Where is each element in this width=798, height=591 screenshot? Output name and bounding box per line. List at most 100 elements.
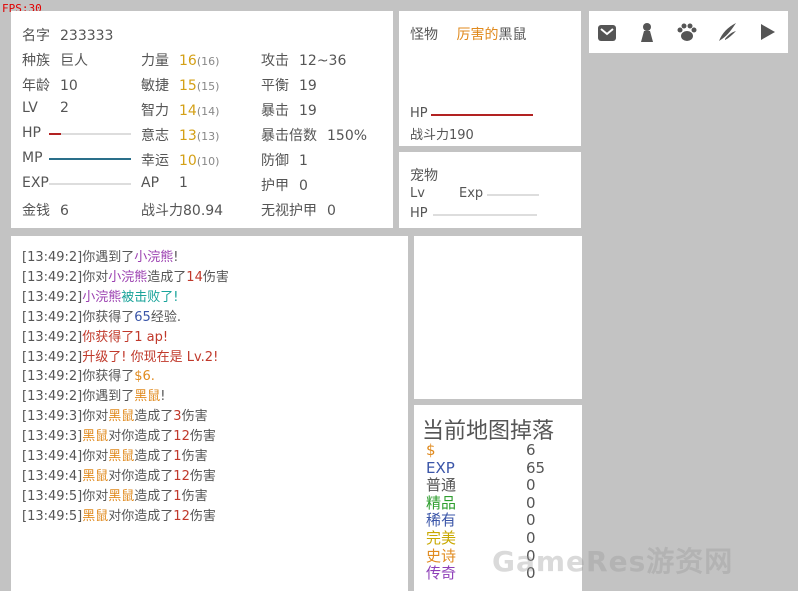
log-segment: 黑鼠	[82, 468, 109, 484]
stat-crit-value: 19	[299, 103, 317, 119]
stat-str-label: 力量	[141, 53, 169, 69]
stat-lv-label: LV	[22, 100, 38, 116]
stat-lv: LV 2	[22, 100, 69, 116]
log-segment: 1	[173, 449, 182, 465]
stat-race: 种族 巨人	[22, 50, 88, 70]
exp-bar	[49, 183, 131, 185]
skill-icon[interactable]	[714, 19, 740, 45]
empty-panel	[414, 236, 582, 399]
battle-log-panel: [13:49:2]你遇到了小浣熊! [13:49:2]你对小浣熊造成了14伤害 [1…	[11, 236, 408, 591]
drop-label: 传奇	[426, 564, 457, 583]
stat-mp-label: MP	[22, 150, 43, 166]
log-segment: 伤害	[181, 488, 208, 504]
log-segment: 伤害	[189, 468, 216, 484]
log-segment: 12	[173, 468, 190, 484]
log-line: [13:49:2]升级了! 你现在是 Lv.2!	[22, 348, 229, 368]
log-segment: 12	[173, 508, 190, 524]
drop-label: EXP	[426, 458, 455, 477]
log-segment: [13:49:2]	[22, 349, 83, 365]
log-segment: 经验.	[150, 309, 181, 325]
pet-label: 宠物	[410, 168, 438, 184]
log-segment: [13:49:5]你对	[22, 488, 109, 504]
stat-power-label: 战斗力	[141, 203, 183, 219]
log-line: [13:49:2]你获得了$6.	[22, 367, 229, 387]
play-icon[interactable]	[754, 19, 780, 45]
stat-age: 年龄 10	[22, 75, 78, 95]
stat-name-label: 名字	[22, 28, 50, 44]
stat-power: 战斗力80.94	[141, 200, 223, 220]
log-segment: [13:49:4]你对	[22, 449, 109, 465]
pet-hp-label: HP	[410, 206, 428, 221]
stat-gold: 金钱 6	[22, 200, 69, 220]
stat-critmul-label: 暴击倍数	[261, 128, 317, 144]
log-segment: 3	[173, 409, 182, 425]
log-line: [13:49:2]你遇到了小浣熊!	[22, 248, 229, 268]
stat-int-value: 14	[179, 103, 197, 119]
log-segment: 对你造成了	[108, 468, 174, 484]
log-segment: !	[160, 389, 166, 405]
log-segment: 升级了! 你现在是 Lv.2!	[82, 349, 219, 365]
stat-power-value: 80.94	[183, 203, 224, 219]
stat-armor: 护甲 0	[261, 175, 308, 195]
stat-def-value: 1	[299, 153, 308, 169]
stat-pierce-value: 0	[327, 203, 336, 219]
monster-power-value: 190	[449, 128, 474, 143]
stat-armor-value: 0	[299, 178, 308, 194]
log-segment: [13:49:4]	[22, 468, 83, 484]
log-segment: 黑鼠	[134, 389, 161, 405]
log-segment: 你获得了	[82, 329, 135, 345]
stat-luck-base: (10)	[196, 155, 220, 168]
log-segment: 14	[186, 269, 203, 285]
stat-ap: AP 1	[141, 175, 188, 191]
log-segment: 伤害	[202, 269, 229, 285]
stat-hp-label: HP	[22, 125, 41, 141]
bag-icon[interactable]	[594, 19, 620, 45]
log-segment: [13:49:5]	[22, 508, 83, 524]
log-line: [13:49:2]你获得了1 ap!	[22, 328, 229, 348]
log-segment: [13:49:2]你获得了	[22, 309, 135, 325]
log-segment: 对你造成了	[108, 429, 174, 445]
log-segment: 黑鼠	[82, 429, 109, 445]
stat-race-label: 种族	[22, 53, 50, 69]
stat-atk-value: 12~36	[299, 53, 347, 69]
stat-luck-label: 幸运	[141, 153, 169, 169]
stat-crit: 暴击 19	[261, 100, 317, 120]
log-segment: [13:49:3]你对	[22, 409, 109, 425]
log-line: [13:49:2]小浣熊被击败了!	[22, 288, 229, 308]
log-segment: 小浣熊	[108, 269, 148, 285]
log-segment: 黑鼠	[108, 409, 135, 425]
pet-lv-label: Lv	[410, 186, 425, 201]
stat-pierce: 无视护甲 0	[261, 200, 336, 220]
character-icon[interactable]	[634, 19, 660, 45]
paw-icon[interactable]	[674, 19, 700, 45]
stat-name: 名字 233333	[22, 25, 113, 45]
stat-will-base: (13)	[196, 130, 220, 143]
stat-gold-value: 6	[60, 203, 69, 219]
mp-bar-fill	[49, 158, 131, 160]
log-line: [13:49:5]你对黑鼠造成了1伤害	[22, 487, 229, 507]
log-segment: 小浣熊	[82, 289, 122, 305]
stat-pierce-label: 无视护甲	[261, 203, 317, 219]
log-line: [13:49:4]你对黑鼠造成了1伤害	[22, 447, 229, 467]
stat-agi: 敏捷 15(15)	[141, 75, 219, 95]
log-segment: 黑鼠	[108, 449, 135, 465]
stat-lv-value: 2	[60, 100, 69, 116]
log-segment: !	[173, 250, 179, 265]
drop-label: 精品	[426, 493, 457, 512]
drop-value: 65	[526, 458, 546, 477]
stat-int-label: 智力	[141, 103, 169, 119]
stat-luck-value: 10	[179, 153, 197, 169]
log-segment: 造成了	[134, 488, 174, 504]
hp-bar	[49, 133, 131, 135]
log-segment: $6.	[134, 369, 155, 385]
stat-ap-label: AP	[141, 175, 160, 191]
stat-age-label: 年龄	[22, 78, 50, 94]
stat-def-label: 防御	[261, 153, 289, 169]
watermark: GameRes游资网	[492, 545, 734, 578]
log-segment: 被击败了!	[121, 289, 179, 305]
log-segment: [13:49:2]你遇到了	[22, 389, 135, 405]
stat-luck: 幸运 10(10)	[141, 150, 219, 170]
stat-atk-label: 攻击	[261, 53, 289, 69]
monster-panel: 怪物 厉害的黑鼠 HP 战斗力190	[399, 11, 581, 146]
log-line: [13:49:5]黑鼠对你造成了12伤害	[22, 507, 229, 527]
